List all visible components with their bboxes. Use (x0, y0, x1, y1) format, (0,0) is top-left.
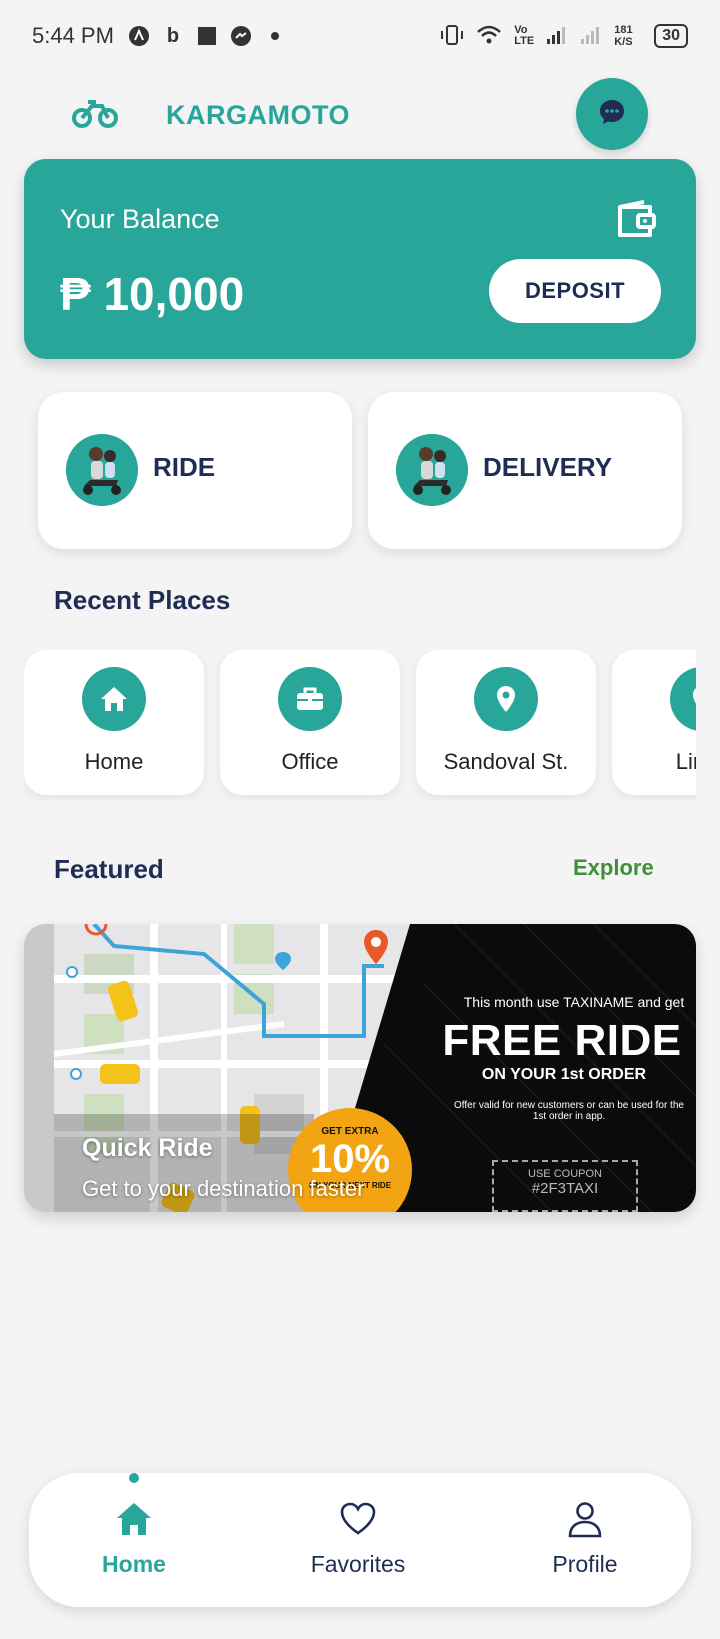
vibrate-icon (440, 24, 464, 49)
app-title: KARGAMOTO (166, 100, 350, 130)
deposit-button[interactable]: DEPOSIT (489, 259, 661, 323)
place-label: Linco (675, 749, 696, 774)
place-label: Sandoval St. (443, 749, 569, 774)
nav-favorites-label: Favorites (310, 1551, 406, 1577)
wifi-icon (476, 24, 502, 49)
active-indicator (129, 1473, 139, 1483)
network-speed: 181 K/S (614, 24, 633, 48)
balance-card: Your Balance ₱ 10,000 DEPOSIT (24, 159, 696, 359)
status-right: Vo LTE 181 K/S 30 (440, 24, 688, 49)
status-time: 5:44 PM (32, 23, 114, 48)
heart-icon (338, 1499, 378, 1539)
coupon-box: USE COUPON #2F3TAXI (492, 1160, 638, 1212)
banner-subtitle: Get to your destination faster (82, 1176, 365, 1201)
status-bar: 5:44 PM b Vo LTE 181 K/S 30 (0, 0, 720, 72)
square-icon (196, 25, 218, 47)
promo-headline: FREE RIDE (442, 1016, 682, 1065)
ride-illustration (66, 434, 138, 506)
recent-places-title: Recent Places (54, 585, 231, 615)
person-icon (565, 1499, 605, 1539)
nav-favorites[interactable]: Favorites (283, 1499, 433, 1589)
battery-icon: 30 (654, 24, 688, 48)
discount-value: 10% (309, 1137, 391, 1181)
promo-small-text: This month use TAXINAME and get (463, 994, 685, 1010)
nav-profile[interactable]: Profile (510, 1499, 660, 1589)
chat-button[interactable] (576, 78, 648, 150)
delivery-label: DELIVERY (483, 452, 613, 482)
signal-icon (546, 25, 568, 48)
dot-icon (264, 25, 286, 47)
location-pin-icon (474, 667, 538, 731)
nav-home-label: Home (102, 1551, 166, 1577)
balance-label: Your Balance (60, 204, 220, 234)
bottom-navigation: Home Favorites Profile (29, 1473, 691, 1607)
delivery-service-card[interactable]: DELIVERY (368, 392, 682, 549)
wallet-icon[interactable] (616, 199, 658, 239)
nav-profile-label: Profile (552, 1551, 618, 1577)
messenger-icon (230, 25, 252, 47)
app-header: KARGAMOTO (0, 78, 720, 154)
balance-amount: ₱ 10,000 (60, 268, 245, 320)
briefcase-icon (278, 667, 342, 731)
signal-2-icon (580, 25, 602, 48)
home-icon (82, 667, 146, 731)
place-card-office[interactable]: Office (220, 650, 400, 795)
motorcycle-icon (72, 98, 118, 128)
featured-banner[interactable]: GET EXTRA 10% ON YOUR NEXT RIDE This mon… (24, 924, 696, 1212)
place-label: Office (281, 749, 339, 774)
b-icon: b (166, 24, 180, 47)
recent-places-list[interactable]: Home Office Sandoval St. Linco (24, 650, 696, 800)
promo-note: Offer valid for new customers or can be … (454, 1100, 684, 1122)
coupon-label: USE COUPON (528, 1168, 602, 1180)
place-card-linco[interactable]: Linco (612, 650, 696, 795)
discount-top: GET EXTRA (321, 1126, 379, 1137)
featured-title: Featured (54, 854, 164, 884)
location-pin-icon (670, 667, 696, 731)
delivery-illustration (396, 434, 468, 506)
place-label: Home (84, 749, 144, 774)
banner-title: Quick Ride (82, 1134, 213, 1162)
place-card-home[interactable]: Home (24, 650, 204, 795)
volte-icon: Vo LTE (514, 24, 535, 47)
app-a-icon (128, 25, 150, 47)
home-icon (114, 1499, 154, 1539)
promo-subheadline: ON YOUR 1st ORDER (481, 1066, 647, 1083)
chat-bubble-icon (597, 97, 627, 132)
place-card-sandoval[interactable]: Sandoval St. (416, 650, 596, 795)
coupon-code: #2F3TAXI (531, 1180, 599, 1197)
explore-link[interactable]: Explore (573, 855, 654, 881)
ride-service-card[interactable]: RIDE (38, 392, 352, 549)
ride-label: RIDE (153, 452, 216, 482)
nav-home[interactable]: Home (59, 1499, 209, 1589)
